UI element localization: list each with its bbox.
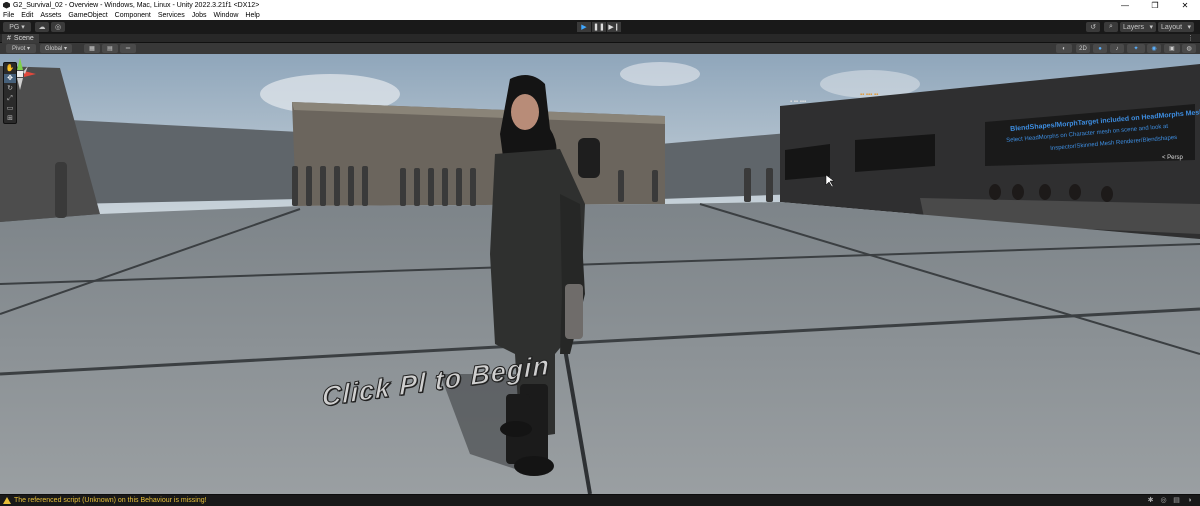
hand-tool-icon[interactable]: ✋ [4, 64, 16, 73]
window-title: G2_Survival_02 - Overview - Windows, Mac… [13, 1, 260, 9]
progress-icon[interactable]: ◎ [1159, 497, 1168, 505]
pivot-label: Pivot [11, 45, 26, 52]
tab-row: # Scene ⋮ [0, 34, 1200, 43]
pivot-dropdown[interactable]: Pivot ▾ [6, 44, 36, 53]
hidden-objects-icon[interactable]: ◉ [1147, 44, 1161, 53]
mode-2d-toggle[interactable]: 2D [1076, 44, 1090, 53]
collab-icon[interactable]: ◎ [51, 22, 65, 32]
rotate-tool-icon[interactable]: ↻ [4, 84, 16, 93]
scene-render [0, 54, 1200, 494]
menu-assets[interactable]: Assets [40, 12, 61, 19]
lighting-toggle-icon[interactable]: ● [1093, 44, 1107, 53]
transform-tool-icon[interactable]: ⊞ [4, 114, 16, 123]
chevron-down-icon: ▾ [1187, 24, 1191, 31]
cloud-icon[interactable]: ☁ [35, 22, 49, 32]
layers-dropdown[interactable]: Layers ▾ [1120, 22, 1156, 32]
unity-logo-icon [3, 1, 10, 9]
layers-label: Layers [1123, 23, 1145, 31]
wall-note-white: ▪ ▪▪ ▪▪▪ [790, 99, 807, 105]
bug-icon[interactable]: ✱ [1146, 497, 1155, 505]
scale-tool-icon[interactable]: ⤢ [4, 94, 16, 103]
step-button[interactable]: ▶❙ [607, 22, 621, 32]
menu-window[interactable]: Window [214, 12, 239, 19]
mode-2d-label: 2D [1079, 45, 1087, 52]
close-button[interactable]: ✕ [1170, 0, 1200, 10]
global-dropdown[interactable]: Global ▾ [40, 44, 72, 53]
snap-increment-icon[interactable]: ▤ [102, 44, 118, 53]
chevron-down-icon: ▾ [1149, 24, 1153, 31]
title-bar: G2_Survival_02 - Overview - Windows, Mac… [0, 0, 1200, 10]
audio-toggle-icon[interactable]: ♪ [1110, 44, 1124, 53]
menu-jobs[interactable]: Jobs [192, 12, 207, 19]
main-toolbar: PG ▾ ☁ ◎ ▶ ❚❚ ▶❙ ↺ ⌕ Layers ▾ Layout ▾ [0, 20, 1200, 34]
menu-file[interactable]: File [3, 12, 14, 19]
pause-button[interactable]: ❚❚ [592, 22, 606, 32]
ruler-icon[interactable]: ═ [120, 44, 136, 53]
scene-viewport[interactable]: ▪ ▪▪ ▪▪▪ ▪▪ ▪▪▪ ▪▪ BlendShapes/MorphTarg… [0, 54, 1200, 494]
tab-scene[interactable]: # Scene [2, 34, 39, 43]
gizmos-toggle-icon[interactable]: ◍ [1182, 44, 1196, 53]
lighting-icon[interactable]: ◑ [1185, 497, 1194, 505]
draw-mode-icon[interactable]: ◐ [1056, 44, 1072, 53]
menu-bar: File Edit Assets GameObject Component Se… [0, 10, 1200, 20]
projection-label[interactable]: < Persp [1162, 155, 1183, 161]
play-controls: ▶ ❚❚ ▶❙ [577, 22, 622, 32]
menu-component[interactable]: Component [115, 12, 151, 19]
play-button[interactable]: ▶ [577, 22, 591, 32]
scene-toolbar: Pivot ▾ Global ▾ ▦ ▤ ═ ◐ 2D ● ♪ ✦ ◉ ▣ ◍ [0, 43, 1200, 54]
camera-settings-icon[interactable]: ▣ [1164, 44, 1180, 53]
account-label: PG [9, 23, 20, 31]
restore-button[interactable]: ❐ [1140, 0, 1170, 10]
window-controls: — ❐ ✕ [1110, 0, 1200, 10]
menu-services[interactable]: Services [158, 12, 185, 19]
menu-gameobject[interactable]: GameObject [68, 12, 107, 19]
status-message[interactable]: The referenced script (Unknown) on this … [14, 497, 207, 504]
status-bar: The referenced script (Unknown) on this … [0, 494, 1200, 506]
effects-toggle-icon[interactable]: ✦ [1127, 44, 1145, 53]
global-label: Global [44, 45, 63, 52]
move-tool-icon[interactable]: ✥ [4, 74, 16, 83]
search-icon[interactable]: ⌕ [1104, 22, 1118, 32]
layout-label: Layout [1161, 23, 1183, 31]
warning-icon [3, 497, 11, 504]
history-icon[interactable]: ↺ [1086, 22, 1100, 32]
layout-dropdown[interactable]: Layout ▾ [1158, 22, 1194, 32]
scene-icon: # [7, 35, 11, 42]
wall-note-orange: ▪▪ ▪▪▪ ▪▪ [860, 92, 879, 98]
status-icons: ✱ ◎ ▤ ◑ [1142, 497, 1194, 505]
rect-tool-icon[interactable]: ▭ [4, 104, 16, 113]
menu-help[interactable]: Help [245, 12, 259, 19]
cache-icon[interactable]: ▤ [1172, 497, 1181, 505]
tab-scene-label: Scene [13, 35, 34, 42]
minimize-button[interactable]: — [1110, 0, 1140, 10]
more-options-icon[interactable]: ⋮ [1187, 34, 1194, 42]
grid-snap-icon[interactable]: ▦ [84, 44, 100, 53]
menu-edit[interactable]: Edit [21, 12, 33, 19]
account-dropdown[interactable]: PG ▾ [3, 22, 31, 32]
transform-tools: ✋ ✥ ↻ ⤢ ▭ ⊞ [3, 62, 17, 124]
